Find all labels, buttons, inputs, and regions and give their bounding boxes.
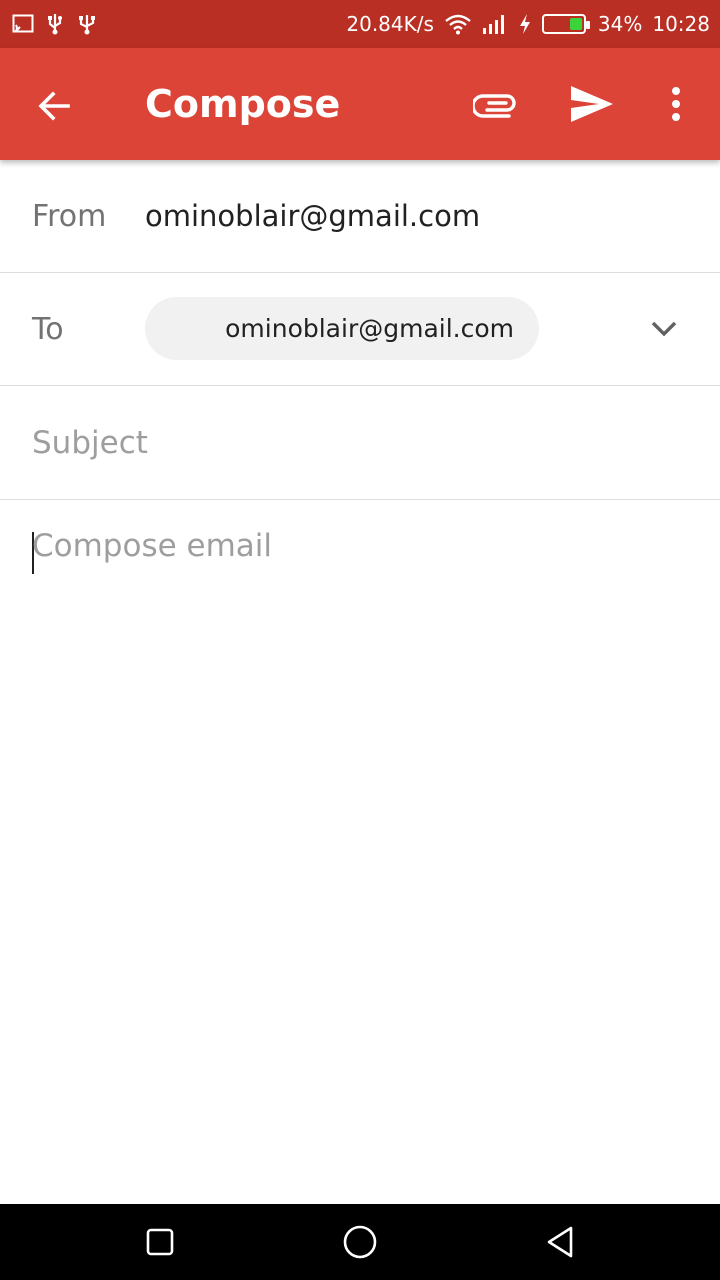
back-icon[interactable] — [540, 1222, 580, 1262]
back-arrow-icon[interactable] — [30, 82, 78, 130]
compose-body — [0, 500, 720, 1204]
page-title: Compose — [145, 82, 341, 126]
wifi-icon — [444, 13, 472, 35]
recipient-chip[interactable]: ominoblair@gmail.com — [145, 297, 539, 360]
from-row: From ominoblair@gmail.com — [0, 160, 720, 273]
status-left-icons — [12, 12, 98, 36]
subject-row — [0, 386, 720, 500]
signal-icon — [482, 13, 508, 35]
to-row: To ominoblair@gmail.com — [0, 273, 720, 386]
to-label: To — [32, 311, 64, 347]
recipient-chip-text: ominoblair@gmail.com — [225, 314, 514, 343]
charging-icon — [518, 13, 532, 35]
status-right: 20.84K/s 34% 10:28 — [346, 0, 710, 48]
system-nav-bar — [0, 1204, 720, 1280]
chevron-down-icon[interactable] — [644, 309, 684, 349]
battery-fill — [569, 18, 582, 30]
clock: 10:28 — [652, 12, 710, 36]
recent-apps-icon[interactable] — [140, 1222, 180, 1262]
compose-email-input[interactable] — [32, 528, 682, 1168]
battery-percent: 34% — [597, 12, 643, 36]
home-icon[interactable] — [340, 1222, 380, 1262]
subject-input[interactable] — [32, 386, 682, 499]
app-bar: Compose — [0, 48, 720, 160]
usb-debug-icon — [44, 13, 66, 35]
send-icon[interactable] — [564, 78, 620, 130]
from-label: From — [32, 198, 107, 234]
battery-icon — [541, 14, 590, 34]
network-speed: 20.84K/s — [346, 12, 434, 36]
screen-cast-icon — [12, 13, 34, 35]
attach-icon[interactable] — [470, 80, 522, 128]
more-vert-icon[interactable] — [652, 78, 700, 130]
usb-icon — [76, 13, 98, 35]
status-bar: 20.84K/s 34% 10:28 — [0, 0, 720, 48]
from-account[interactable]: ominoblair@gmail.com — [145, 160, 480, 272]
